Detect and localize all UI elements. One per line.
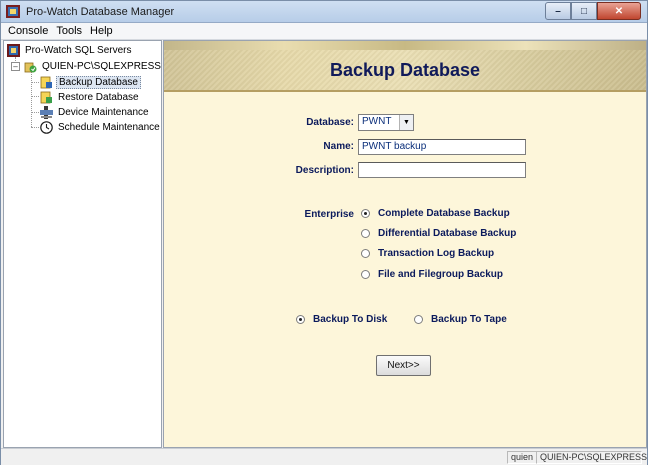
banner: Backup Database xyxy=(164,50,646,92)
radio-unselected-icon[interactable] xyxy=(361,249,370,258)
radio-differential-backup[interactable]: Differential Database Backup xyxy=(361,228,516,239)
radio-selected-icon[interactable] xyxy=(296,315,305,324)
window-title: Pro-Watch Database Manager xyxy=(26,6,175,18)
backup-database-panel: Backup Database Database: PWNT ▼ Name: P… xyxy=(163,40,647,448)
status-server: QUIEN-PC\SQLEXPRESS xyxy=(536,451,647,464)
app-icon xyxy=(6,5,20,18)
next-button[interactable]: Next>> xyxy=(376,355,431,376)
tree-connector xyxy=(31,82,39,83)
app-window: Pro-Watch Database Manager – □ ✕ Console… xyxy=(0,0,648,465)
radio-backup-to-tape[interactable]: Backup To Tape xyxy=(414,314,507,325)
device-icon xyxy=(40,106,53,119)
description-label: Description: xyxy=(295,165,354,176)
database-select[interactable]: PWNT ▼ xyxy=(358,114,414,131)
tree-connector xyxy=(31,71,32,127)
name-label: Name: xyxy=(323,141,354,152)
collapse-icon[interactable]: – xyxy=(11,62,20,71)
tree-root-servers[interactable]: Pro-Watch SQL Servers xyxy=(7,43,134,58)
backup-database-icon xyxy=(40,76,52,89)
tree-server-node[interactable]: QUIEN-PC\SQLEXPRESS xyxy=(24,59,163,74)
radio-label: Complete Database Backup xyxy=(378,208,510,219)
radio-label: Backup To Tape xyxy=(431,314,507,325)
tree-connector xyxy=(31,96,39,97)
maximize-icon[interactable]: □ xyxy=(571,2,597,20)
radio-backup-to-disk[interactable]: Backup To Disk xyxy=(296,314,387,325)
radio-label: Differential Database Backup xyxy=(378,228,517,239)
tree-root-label: Pro-Watch SQL Servers xyxy=(25,45,132,56)
page-title: Backup Database xyxy=(329,60,481,80)
tree-item-schedule-maintenance[interactable]: Schedule Maintenance xyxy=(40,120,162,135)
description-input[interactable] xyxy=(358,162,526,178)
tree-server-label: QUIEN-PC\SQLEXPRESS xyxy=(42,61,161,72)
navigation-tree: Pro-Watch SQL Servers – QUIEN-PC\SQLEXPR… xyxy=(3,40,162,448)
status-user: quien xyxy=(507,451,538,464)
server-icon xyxy=(24,62,37,73)
radio-label: Backup To Disk xyxy=(313,314,388,325)
radio-unselected-icon[interactable] xyxy=(361,229,370,238)
radio-complete-backup[interactable]: Complete Database Backup xyxy=(361,208,510,219)
close-icon[interactable]: ✕ xyxy=(597,2,641,20)
tree-item-label: Schedule Maintenance xyxy=(58,122,160,133)
enterprise-label: Enterprise xyxy=(304,209,354,220)
status-bar: quien QUIEN-PC\SQLEXPRESS xyxy=(1,448,647,465)
radio-label: Transaction Log Backup xyxy=(378,248,495,259)
radio-selected-icon[interactable] xyxy=(361,209,370,218)
restore-database-icon xyxy=(40,91,52,104)
radio-unselected-icon[interactable] xyxy=(414,315,423,324)
name-input[interactable]: PWNT backup xyxy=(358,139,526,155)
tree-connector xyxy=(31,112,39,113)
radio-unselected-icon[interactable] xyxy=(361,270,370,279)
database-label: Database: xyxy=(306,117,354,128)
tree-connector xyxy=(31,127,39,128)
tree-item-backup-database[interactable]: Backup Database xyxy=(40,75,141,90)
menu-help[interactable]: Help xyxy=(86,25,117,37)
title-bar[interactable]: Pro-Watch Database Manager – □ ✕ xyxy=(1,1,647,23)
menu-console[interactable]: Console xyxy=(4,25,52,37)
minimize-icon[interactable]: – xyxy=(545,2,571,20)
radio-file-filegroup-backup[interactable]: File and Filegroup Backup xyxy=(361,269,503,280)
tree-item-label: Restore Database xyxy=(58,92,139,103)
tree-item-label: Backup Database xyxy=(56,76,141,89)
database-value: PWNT xyxy=(362,116,392,127)
tree-item-label: Device Maintenance xyxy=(58,107,149,118)
chevron-down-icon[interactable]: ▼ xyxy=(399,115,413,130)
servers-icon xyxy=(7,44,20,57)
banner-strip xyxy=(164,41,646,50)
window-controls: – □ ✕ xyxy=(545,2,641,20)
clock-icon xyxy=(40,121,53,134)
tree-item-restore-database[interactable]: Restore Database xyxy=(40,90,141,105)
radio-transaction-log-backup[interactable]: Transaction Log Backup xyxy=(361,248,494,259)
tree-item-device-maintenance[interactable]: Device Maintenance xyxy=(40,105,151,120)
radio-label: File and Filegroup Backup xyxy=(378,269,504,280)
menu-bar: Console Tools Help xyxy=(1,23,647,40)
menu-tools[interactable]: Tools xyxy=(52,25,86,37)
